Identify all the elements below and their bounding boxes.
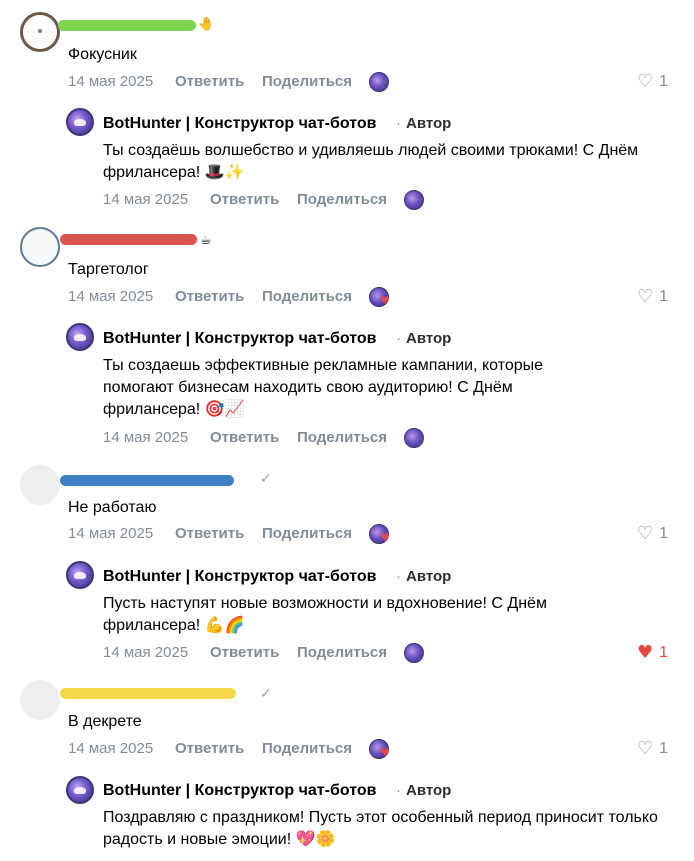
like-count: 1 (659, 288, 668, 305)
commenter-avatar[interactable] (20, 12, 60, 52)
coffee-emoji: ☕ (200, 232, 212, 247)
heart-icon: ♡ (636, 71, 654, 92)
bot-avatar[interactable] (66, 108, 94, 136)
author-badge: · Автор (396, 115, 452, 132)
author-badge: · Автор (396, 568, 452, 585)
bot-avatar[interactable] (66, 561, 94, 589)
heart-filled-icon: ♥ (380, 294, 390, 307)
like-count: 1 (659, 525, 668, 542)
bot-avatar[interactable] (66, 323, 94, 351)
reply-button[interactable]: Ответить (175, 524, 244, 544)
like-button[interactable]: ♡ 1 (637, 287, 668, 307)
heart-outline-icon: ♡ (415, 435, 425, 448)
author-badge: · Автор (396, 782, 452, 799)
reply-date: 14 мая 2025 (103, 644, 189, 661)
reply-date: 14 мая 2025 (103, 429, 189, 446)
like-button[interactable]: ♡ 1 (637, 739, 668, 759)
comment-text: В декрете (68, 713, 142, 730)
waving-hand-emoji: 🤚 (198, 16, 215, 31)
heart-outline-icon: ♡ (415, 650, 425, 663)
reply-author-name[interactable]: BotHunter | Конструктор чат-ботов (103, 567, 376, 587)
heart-outline-icon: ♡ (415, 197, 425, 210)
checkmark-icon: ✓ (260, 686, 272, 702)
heart-filled-icon: ♥ (380, 746, 390, 759)
redacted-commenter-name[interactable] (60, 475, 234, 486)
like-button[interactable]: ♡ 1 (637, 72, 668, 92)
comment-text: Таргетолог (68, 261, 149, 278)
share-button[interactable]: Поделиться (262, 287, 352, 307)
reply-author-name[interactable]: BotHunter | Конструктор чат-ботов (103, 329, 376, 349)
reply-text: Ты создаёшь волшебство и удивляешь людей… (103, 142, 639, 181)
reply-meta: 14 мая 2025 Ответить Поделиться ♡ ♥ 1 (103, 643, 674, 663)
share-button[interactable]: Поделиться (297, 190, 387, 210)
heart-outline-icon: ♡ (380, 79, 390, 92)
author-badge: · Автор (396, 330, 452, 347)
heart-icon: ♡ (636, 738, 654, 759)
comment-meta: 14 мая 2025 Ответить Поделиться ♡ ♡ 1 (68, 72, 674, 92)
redacted-commenter-name[interactable] (58, 20, 196, 31)
comment-meta: 14 мая 2025 Ответить Поделиться ♥ ♡ 1 (68, 524, 674, 544)
reaction-indicator[interactable]: ♡ (404, 190, 426, 210)
comment-date: 14 мая 2025 (68, 740, 154, 757)
commenter-avatar[interactable] (20, 465, 60, 505)
share-button[interactable]: Поделиться (297, 428, 387, 448)
reaction-indicator[interactable]: ♥ (369, 739, 391, 759)
comment-text: Фокусник (68, 46, 137, 63)
reaction-indicator[interactable]: ♡ (404, 428, 426, 448)
share-button[interactable]: Поделиться (262, 739, 352, 759)
reply-author-name[interactable]: BotHunter | Конструктор чат-ботов (103, 114, 376, 134)
comment-date: 14 мая 2025 (68, 288, 154, 305)
checkmark-icon: ✓ (260, 471, 272, 487)
commenter-avatar[interactable] (20, 680, 60, 720)
reaction-indicator[interactable]: ♡ (369, 72, 391, 92)
like-count: 1 (659, 644, 668, 661)
share-button[interactable]: Поделиться (262, 72, 352, 92)
heart-icon: ♡ (636, 523, 654, 544)
share-button[interactable]: Поделиться (262, 524, 352, 544)
like-count: 1 (659, 740, 668, 757)
heart-icon: ♡ (636, 286, 654, 307)
reaction-indicator[interactable]: ♥ (369, 287, 391, 307)
reply-text: Поздравляю с праздником! Пусть этот особ… (103, 809, 658, 848)
comment-text: Не работаю (68, 499, 157, 516)
heart-icon: ♥ (636, 642, 654, 663)
like-button[interactable]: ♡ 1 (637, 524, 668, 544)
reply-button[interactable]: Ответить (175, 72, 244, 92)
reaction-indicator[interactable]: ♡ (404, 643, 426, 663)
reply-text: Ты создаешь эффективные рекламные кампан… (103, 357, 544, 418)
redacted-commenter-name[interactable] (60, 234, 197, 245)
bot-avatar[interactable] (66, 776, 94, 804)
reply-button[interactable]: Ответить (175, 287, 244, 307)
reply-date: 14 мая 2025 (103, 191, 189, 208)
comment-meta: 14 мая 2025 Ответить Поделиться ♥ ♡ 1 (68, 287, 674, 307)
reply-meta: 14 мая 2025 Ответить Поделиться ♡ (103, 428, 674, 448)
reply-button[interactable]: Ответить (210, 428, 279, 448)
reply-author-name[interactable]: BotHunter | Конструктор чат-ботов (103, 781, 376, 801)
reply-text: Пусть наступят новые возможности и вдохн… (103, 595, 547, 634)
reaction-indicator[interactable]: ♥ (369, 524, 391, 544)
reply-button[interactable]: Ответить (210, 190, 279, 210)
reply-meta: 14 мая 2025 Ответить Поделиться ♡ (103, 190, 674, 210)
reply-button[interactable]: Ответить (175, 739, 244, 759)
redacted-commenter-name[interactable] (60, 688, 236, 699)
commenter-avatar[interactable] (20, 227, 60, 267)
like-button[interactable]: ♥ 1 (637, 643, 668, 663)
share-button[interactable]: Поделиться (297, 643, 387, 663)
comment-date: 14 мая 2025 (68, 73, 154, 90)
reply-button[interactable]: Ответить (210, 643, 279, 663)
comment-date: 14 мая 2025 (68, 525, 154, 542)
heart-filled-icon: ♥ (380, 531, 390, 544)
like-count: 1 (659, 73, 668, 90)
comment-meta: 14 мая 2025 Ответить Поделиться ♥ ♡ 1 (68, 739, 674, 759)
